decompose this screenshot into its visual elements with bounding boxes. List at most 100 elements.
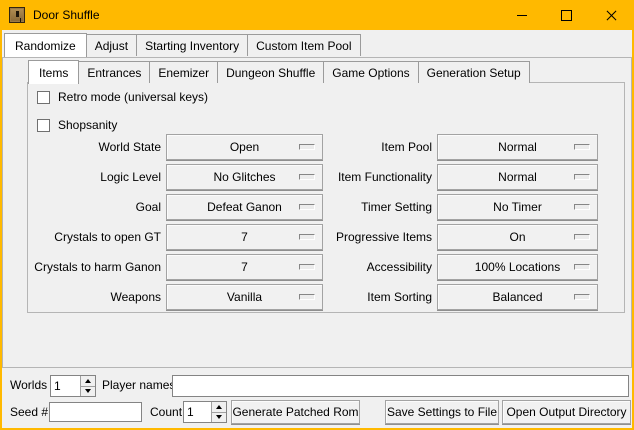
accessibility-value: 100% Locations — [475, 260, 560, 274]
window-title: Door Shuffle — [33, 8, 100, 22]
worlds-label: Worlds — [10, 378, 47, 392]
item-pool-value: Normal — [498, 140, 537, 154]
item-functionality-label: Item Functionality — [324, 164, 432, 190]
tab-entrances[interactable]: Entrances — [78, 61, 150, 83]
player-names-label: Player names — [102, 378, 175, 392]
arrow-up-icon — [85, 379, 91, 383]
menu-indicator-icon — [299, 234, 315, 240]
menu-indicator-icon — [299, 174, 315, 180]
menu-indicator-icon — [574, 294, 590, 300]
goal-value: Defeat Ganon — [207, 200, 282, 214]
items-pane: Retro mode (universal keys) Shopsanity W… — [27, 82, 625, 313]
maximize-button[interactable] — [544, 0, 589, 30]
logic-level-value: No Glitches — [213, 170, 275, 184]
progressive-items-dropdown[interactable]: On — [437, 224, 598, 250]
tab-adjust[interactable]: Adjust — [86, 34, 137, 56]
arrow-up-icon — [216, 405, 222, 409]
minimize-button[interactable] — [499, 0, 544, 30]
weapons-value: Vanilla — [227, 290, 262, 304]
maximize-icon — [561, 10, 572, 21]
tab-enemizer[interactable]: Enemizer — [149, 61, 218, 83]
goal-dropdown[interactable]: Defeat Ganon — [166, 194, 323, 220]
crystals-ganon-label: Crystals to harm Ganon — [28, 254, 161, 280]
player-names-input[interactable] — [172, 375, 629, 397]
tab-randomize[interactable]: Randomize — [4, 33, 87, 57]
menu-indicator-icon — [574, 144, 590, 150]
world-state-label: World State — [28, 134, 161, 160]
seed-label: Seed # — [10, 405, 48, 419]
tab-custom-item-pool[interactable]: Custom Item Pool — [247, 34, 360, 56]
count-spinner-buttons — [211, 402, 226, 422]
menu-indicator-icon — [574, 174, 590, 180]
progressive-items-label: Progressive Items — [324, 224, 432, 250]
shopsanity-checkbox-row: Shopsanity — [37, 118, 117, 132]
item-functionality-value: Normal — [498, 170, 537, 184]
generate-patched-rom-button[interactable]: Generate Patched Rom — [231, 400, 360, 424]
timer-setting-value: No Timer — [493, 200, 542, 214]
retro-mode-checkbox-row: Retro mode (universal keys) — [37, 90, 208, 104]
titlebar: Door Shuffle — [0, 0, 634, 30]
menu-indicator-icon — [299, 264, 315, 270]
world-state-dropdown[interactable]: Open — [166, 134, 323, 160]
save-settings-button[interactable]: Save Settings to File — [385, 400, 499, 424]
shopsanity-checkbox[interactable] — [37, 119, 50, 132]
logic-level-dropdown[interactable]: No Glitches — [166, 164, 323, 190]
tab-game-options[interactable]: Game Options — [323, 61, 418, 83]
crystals-gt-dropdown[interactable]: 7 — [166, 224, 323, 250]
item-sorting-label: Item Sorting — [324, 284, 432, 310]
count-input[interactable] — [184, 402, 211, 422]
close-button[interactable] — [589, 0, 634, 30]
accessibility-dropdown[interactable]: 100% Locations — [437, 254, 598, 280]
arrow-down-icon — [85, 389, 91, 393]
weapons-dropdown[interactable]: Vanilla — [166, 284, 323, 310]
count-spin-up-button[interactable] — [212, 402, 226, 413]
worlds-spinner[interactable] — [50, 375, 96, 397]
count-label: Count — [150, 405, 182, 419]
outer-tab-bar: Randomize Adjust Starting Inventory Cust… — [4, 33, 360, 56]
shopsanity-label: Shopsanity — [58, 118, 117, 132]
timer-setting-dropdown[interactable]: No Timer — [437, 194, 598, 220]
worlds-spin-up-button[interactable] — [81, 376, 95, 387]
menu-indicator-icon — [574, 234, 590, 240]
seed-input[interactable] — [49, 402, 142, 422]
timer-setting-label: Timer Setting — [324, 194, 432, 220]
crystals-ganon-value: 7 — [241, 260, 248, 274]
menu-indicator-icon — [299, 204, 315, 210]
inner-tab-bar: Items Entrances Enemizer Dungeon Shuffle… — [28, 60, 529, 83]
item-sorting-dropdown[interactable]: Balanced — [437, 284, 598, 310]
item-pool-dropdown[interactable]: Normal — [437, 134, 598, 160]
weapons-label: Weapons — [28, 284, 161, 310]
worlds-spinner-buttons — [80, 376, 95, 396]
count-spinner[interactable] — [183, 401, 227, 423]
minimize-icon — [517, 15, 527, 16]
tab-items[interactable]: Items — [28, 60, 79, 84]
tab-dungeon-shuffle[interactable]: Dungeon Shuffle — [217, 61, 324, 83]
world-state-value: Open — [230, 140, 259, 154]
menu-indicator-icon — [299, 294, 315, 300]
progressive-items-value: On — [509, 230, 525, 244]
door-icon — [9, 7, 25, 23]
goal-label: Goal — [28, 194, 161, 220]
retro-mode-checkbox[interactable] — [37, 91, 50, 104]
crystals-gt-label: Crystals to open GT — [28, 224, 161, 250]
count-spin-down-button[interactable] — [212, 413, 226, 423]
menu-indicator-icon — [299, 144, 315, 150]
open-output-directory-button[interactable]: Open Output Directory — [502, 400, 631, 424]
worlds-input[interactable] — [51, 376, 80, 396]
retro-mode-label: Retro mode (universal keys) — [58, 90, 208, 104]
tab-generation-setup[interactable]: Generation Setup — [418, 61, 530, 83]
arrow-down-icon — [216, 415, 222, 419]
accessibility-label: Accessibility — [324, 254, 432, 280]
crystals-ganon-dropdown[interactable]: 7 — [166, 254, 323, 280]
item-functionality-dropdown[interactable]: Normal — [437, 164, 598, 190]
app-window: Door Shuffle Randomize Adjust Starting I… — [0, 0, 634, 430]
item-pool-label: Item Pool — [324, 134, 432, 160]
item-sorting-value: Balanced — [492, 290, 542, 304]
window-controls — [499, 0, 634, 30]
logic-level-label: Logic Level — [28, 164, 161, 190]
worlds-spin-down-button[interactable] — [81, 387, 95, 397]
menu-indicator-icon — [574, 204, 590, 210]
crystals-gt-value: 7 — [241, 230, 248, 244]
menu-indicator-icon — [574, 264, 590, 270]
tab-starting-inventory[interactable]: Starting Inventory — [136, 34, 248, 56]
